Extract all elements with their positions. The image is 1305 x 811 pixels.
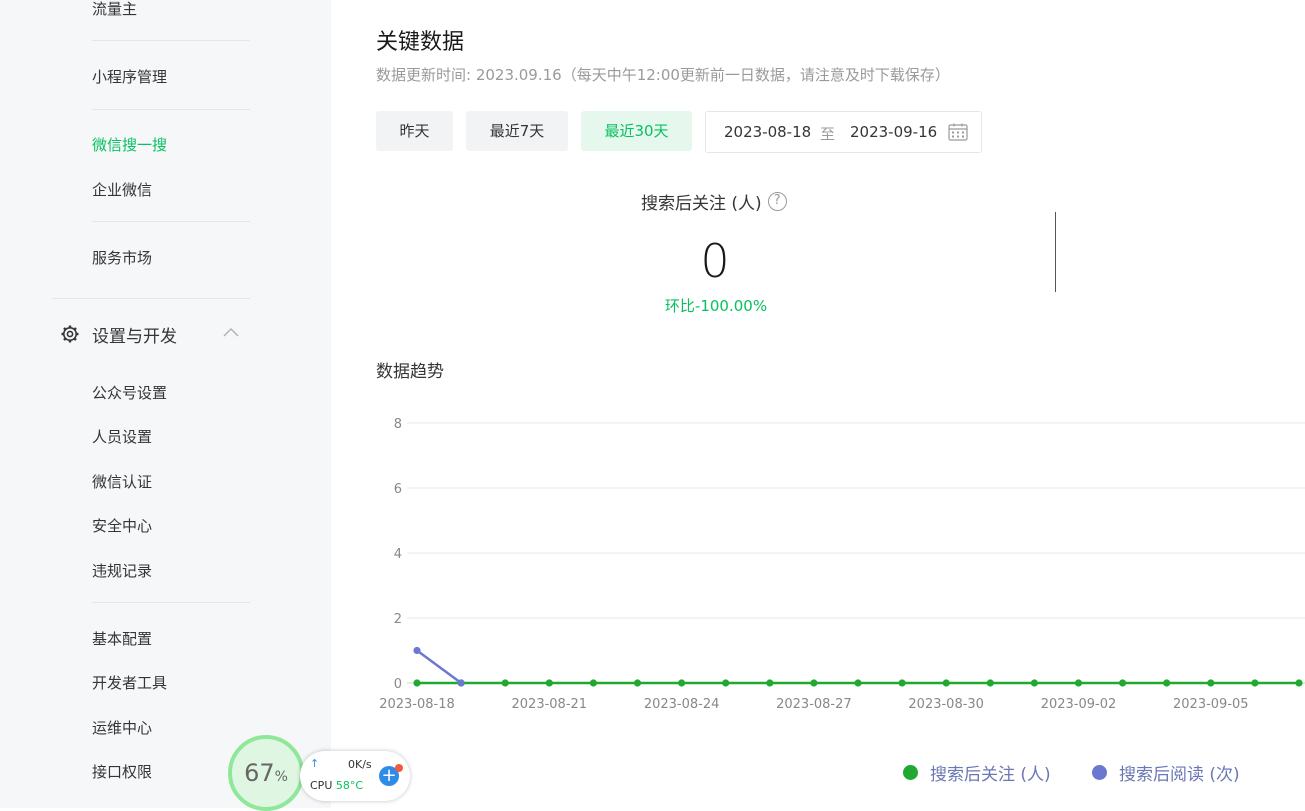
data-point: [1251, 679, 1259, 687]
sidebar-item-wework[interactable]: 企业微信: [92, 179, 152, 200]
kpi-label: 搜索后关注 (人) ?: [641, 189, 787, 214]
sidebar-item-liuliangzhu[interactable]: 流量主: [92, 0, 137, 19]
kpi-divider: [1055, 212, 1056, 292]
sidebar-item-violations[interactable]: 违规记录: [92, 560, 152, 581]
sidebar-item-wechat-search[interactable]: 微信搜一搜: [92, 134, 167, 155]
range-yesterday-button[interactable]: 昨天: [376, 111, 453, 151]
data-point: [722, 679, 730, 687]
sidebar: 流量主 小程序管理 微信搜一搜 企业微信 服务市场 设置与开发 公众号设置 人员…: [0, 0, 331, 808]
sidebar-divider: [92, 221, 250, 222]
y-tick-label: 8: [394, 417, 402, 432]
sidebar-divider: [92, 109, 250, 110]
x-tick-label: 2023-08-21: [512, 697, 588, 712]
data-point: [457, 679, 465, 687]
x-tick-label: 2023-09-05: [1173, 697, 1249, 712]
update-time-note: 数据更新时间: 2023.09.16（每天中午12:00更新前一日数据，请注意及…: [376, 66, 950, 84]
data-point: [1163, 679, 1171, 687]
trend-chart: 0 2 4 6 8 2023-08-18 2023-08-21 2023-08-24 2023-…: [331, 400, 1305, 720]
data-point: [810, 679, 818, 687]
data-point: [898, 679, 906, 687]
data-point: [854, 679, 862, 687]
sidebar-item-api-permissions[interactable]: 接口权限: [92, 761, 152, 782]
notification-dot: [395, 764, 403, 772]
data-point: [1030, 679, 1038, 687]
range-7days-button[interactable]: 最近7天: [466, 111, 568, 151]
network-cpu-pill[interactable]: ↑ 0K/s CPU 58°C +: [300, 751, 410, 801]
x-tick-label: 2023-08-24: [644, 697, 720, 712]
calendar-icon[interactable]: [948, 123, 968, 141]
legend-dot-green: [903, 765, 918, 780]
date-separator: 至: [820, 125, 836, 143]
gear-icon: [61, 325, 79, 343]
chevron-up-icon: [223, 328, 239, 337]
sidebar-item-wechat-verify[interactable]: 微信认证: [92, 471, 152, 492]
data-point: [1295, 679, 1303, 687]
trend-chart-svg: 0 2 4 6 8 2023-08-18 2023-08-21 2023-08-24 2023-…: [379, 417, 1305, 712]
x-tick-label: 2023-08-30: [908, 697, 984, 712]
legend-item-read[interactable]: 搜索后阅读 (次): [1092, 760, 1240, 785]
legend-label: 搜索后阅读 (次): [1119, 765, 1240, 785]
upload-arrow-icon: ↑: [310, 757, 320, 770]
range-30days-button[interactable]: 最近30天: [581, 111, 692, 151]
data-point: [413, 679, 421, 687]
data-point: [942, 679, 950, 687]
x-tick-label: 2023-08-18: [379, 697, 455, 712]
date-start[interactable]: 2023-08-18: [724, 123, 811, 141]
sidebar-divider: [92, 602, 250, 603]
sidebar-section-label: 设置与开发: [92, 326, 177, 347]
data-point: [589, 679, 597, 687]
kpi-label-text: 搜索后关注 (人): [641, 194, 762, 214]
page-title: 关键数据: [376, 30, 465, 55]
memory-usage-ring[interactable]: 67%: [228, 735, 304, 811]
data-point: [1119, 679, 1127, 687]
date-end[interactable]: 2023-09-16: [850, 123, 937, 141]
sidebar-divider: [52, 298, 250, 299]
y-tick-label: 2: [394, 612, 402, 627]
kpi-value: 0: [700, 234, 730, 288]
sidebar-divider: [92, 40, 250, 41]
sidebar-item-account-settings[interactable]: 公众号设置: [92, 382, 167, 403]
data-point: [1074, 679, 1083, 687]
sidebar-section-settings-dev[interactable]: 设置与开发: [60, 322, 239, 347]
net-speed: 0K/s: [348, 758, 372, 771]
data-point: [545, 679, 553, 687]
sidebar-item-basic-config[interactable]: 基本配置: [92, 628, 152, 649]
y-tick-label: 0: [394, 677, 402, 692]
y-tick-label: 4: [394, 547, 402, 562]
kpi-ratio: 环比-100.00%: [664, 297, 768, 315]
help-icon[interactable]: ?: [767, 192, 787, 211]
x-tick-label: 2023-08-27: [776, 697, 852, 712]
legend-item-follow[interactable]: 搜索后关注 (人): [903, 760, 1051, 785]
sidebar-item-miniprogram[interactable]: 小程序管理: [92, 66, 167, 87]
data-point: [1207, 679, 1215, 687]
data-point: [501, 679, 509, 687]
main-content: 关键数据 数据更新时间: 2023.09.16（每天中午12:00更新前一日数据…: [331, 0, 1305, 808]
legend-label: 搜索后关注 (人): [930, 765, 1051, 785]
data-point: [766, 679, 774, 687]
data-point: [633, 679, 642, 687]
date-range-picker[interactable]: 2023-08-18 至 2023-09-16: [705, 111, 982, 153]
sidebar-item-security[interactable]: 安全中心: [92, 515, 152, 536]
system-monitor-widget[interactable]: 67% ↑ 0K/s CPU 58°C +: [228, 735, 413, 811]
data-point: [986, 679, 994, 687]
sidebar-item-dev-tools[interactable]: 开发者工具: [92, 672, 167, 693]
cpu-readout: CPU 58°C: [310, 779, 364, 792]
series-line: [416, 649, 462, 685]
sidebar-item-service-market[interactable]: 服务市场: [92, 247, 152, 268]
data-point: [678, 679, 686, 687]
legend-dot-blue: [1092, 765, 1107, 780]
trend-title: 数据趋势: [376, 362, 444, 382]
data-point: [413, 646, 421, 655]
sidebar-item-member-settings[interactable]: 人员设置: [92, 426, 152, 447]
sidebar-item-ops-center[interactable]: 运维中心: [92, 717, 152, 738]
x-tick-label: 2023-09-02: [1041, 697, 1117, 712]
memory-percent: 67%: [244, 759, 288, 787]
y-tick-label: 6: [394, 482, 402, 497]
